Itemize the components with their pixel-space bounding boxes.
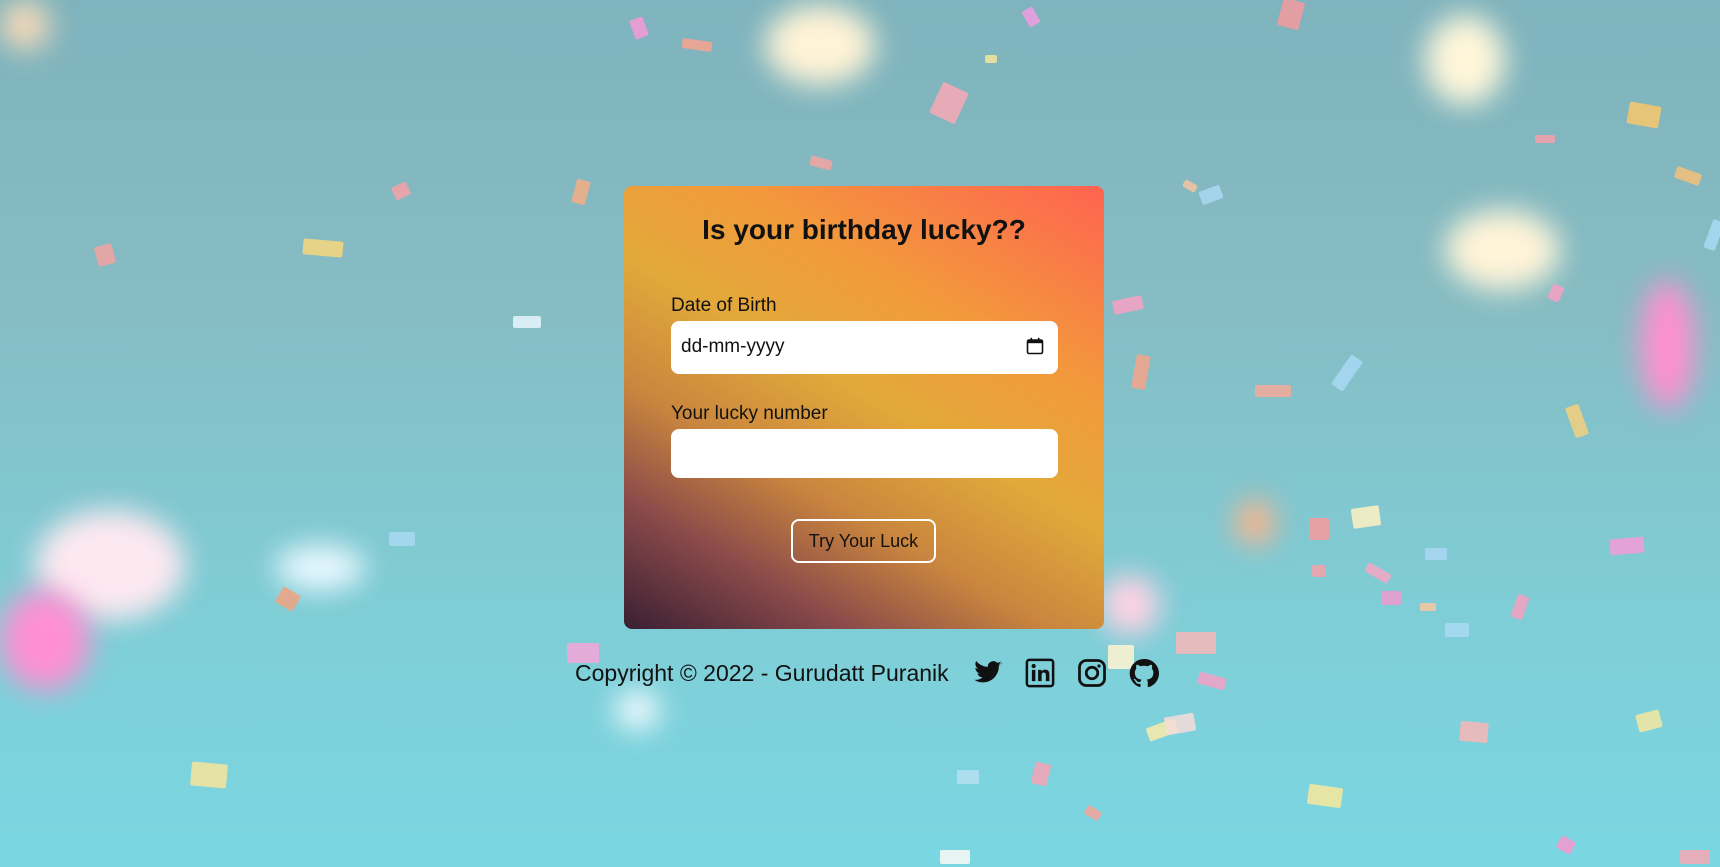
- twitter-icon[interactable]: [973, 658, 1003, 688]
- footer: Copyright © 2022 - Gurudatt Puranik: [575, 656, 1181, 690]
- dob-label: Date of Birth: [671, 295, 777, 316]
- calendar-icon[interactable]: [1026, 337, 1044, 355]
- page-title: Is your birthday lucky??: [702, 214, 1026, 245]
- github-icon[interactable]: [1129, 658, 1159, 688]
- lucky-number-input[interactable]: [671, 429, 1058, 478]
- instagram-icon[interactable]: [1077, 658, 1107, 688]
- lucky-birthday-card: Is your birthday lucky?? Date of Birth d…: [624, 186, 1104, 629]
- try-your-luck-button[interactable]: Try Your Luck: [791, 519, 936, 563]
- lucky-number-label: Your lucky number: [671, 403, 828, 424]
- dob-input[interactable]: dd-mm-yyyy: [671, 321, 1058, 374]
- copyright-text: Copyright © 2022 - Gurudatt Puranik: [575, 659, 949, 686]
- dob-placeholder: dd-mm-yyyy: [681, 336, 785, 357]
- linkedin-icon[interactable]: [1025, 658, 1055, 688]
